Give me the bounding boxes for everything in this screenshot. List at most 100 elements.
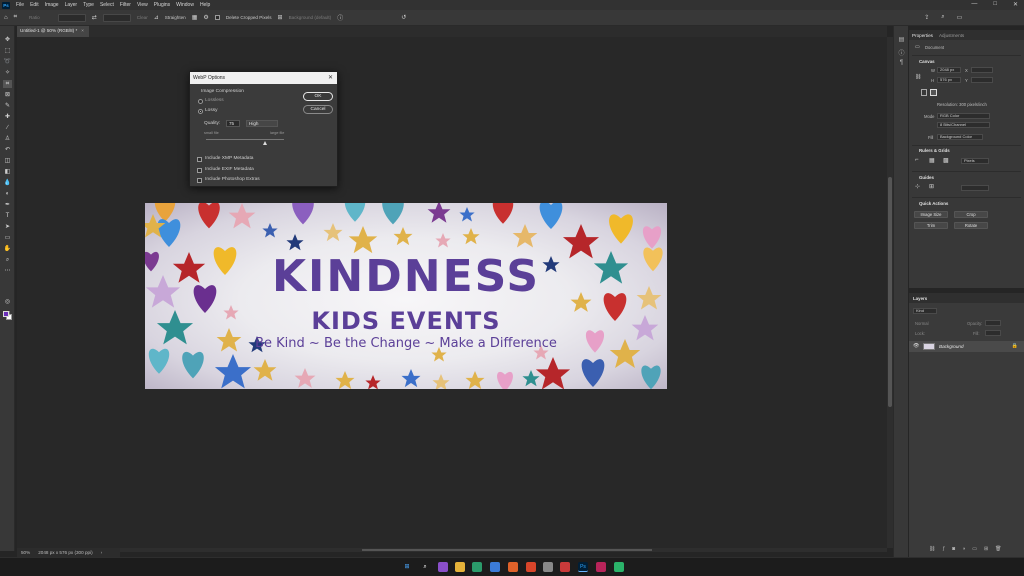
new-layer-icon[interactable]: ⊞ bbox=[984, 546, 988, 552]
link-layers-icon[interactable]: ⛓ bbox=[929, 546, 935, 552]
app-icon[interactable] bbox=[438, 562, 448, 572]
horizontal-scroll-thumb[interactable] bbox=[362, 549, 652, 551]
mode-select[interactable]: RGB Color bbox=[937, 113, 990, 119]
ratio-height-field[interactable] bbox=[102, 13, 131, 22]
xmp-checkbox[interactable] bbox=[197, 157, 202, 162]
menu-window[interactable]: Window bbox=[173, 2, 197, 8]
photoshop-taskbar-icon[interactable]: Ps bbox=[578, 562, 588, 572]
quality-preset-select[interactable]: High bbox=[246, 120, 278, 127]
app-icon[interactable] bbox=[596, 562, 606, 572]
close-window-button[interactable]: ✕ bbox=[1013, 1, 1018, 8]
guides-header[interactable]: Guides bbox=[919, 175, 934, 180]
exif-checkbox[interactable] bbox=[197, 168, 202, 173]
cancel-button[interactable]: Cancel bbox=[303, 105, 333, 114]
rulers-grids-header[interactable]: Rulers & Grids bbox=[919, 148, 950, 153]
bit-depth-select[interactable]: 8 Bits/Channel bbox=[937, 122, 990, 128]
group-icon[interactable]: ▭ bbox=[972, 546, 977, 552]
type-tool-icon[interactable]: T bbox=[3, 212, 12, 220]
image-size-button[interactable]: Image Size bbox=[914, 211, 948, 218]
crop-tool-icon[interactable]: ⌗ bbox=[14, 14, 17, 21]
zoom-level[interactable]: 50% bbox=[21, 550, 30, 555]
guide-style-select[interactable] bbox=[961, 185, 989, 191]
overlay-grid-icon[interactable]: ▦ bbox=[192, 14, 198, 21]
hand-tool-icon[interactable]: ✋ bbox=[3, 245, 12, 253]
menu-view[interactable]: View bbox=[134, 2, 151, 8]
home-icon[interactable]: ⌂ bbox=[4, 15, 8, 21]
guides-icon[interactable]: ⊹ bbox=[915, 183, 920, 190]
paragraph-panel-icon[interactable]: ¶ bbox=[897, 60, 906, 68]
document-info[interactable]: 2048 px x 576 px (300 ppi) bbox=[38, 550, 92, 555]
lossless-label[interactable]: Lossless bbox=[205, 98, 224, 103]
close-tab-icon[interactable]: × bbox=[81, 28, 84, 33]
visibility-eye-icon[interactable]: 👁 bbox=[913, 343, 919, 349]
dodge-tool-icon[interactable]: ◐ bbox=[3, 190, 12, 198]
trim-button[interactable]: Trim bbox=[914, 222, 948, 229]
adjustment-layer-icon[interactable]: ◑ bbox=[962, 546, 965, 552]
share-icon[interactable]: ⇪ bbox=[924, 14, 929, 21]
crop-tool-icon[interactable]: ⌗ bbox=[3, 80, 12, 88]
link-icon[interactable]: ⛓ bbox=[915, 74, 921, 80]
dialog-close-icon[interactable]: ✕ bbox=[328, 74, 333, 81]
layer-kind-filter[interactable]: Kind bbox=[913, 308, 937, 314]
settings-gear-icon[interactable]: ⚙ bbox=[203, 14, 208, 21]
mask-icon[interactable]: ◙ bbox=[952, 546, 955, 552]
workspace-icon[interactable]: ▭ bbox=[957, 14, 963, 21]
zoom-tool-icon[interactable]: ⌕ bbox=[3, 256, 12, 264]
lasso-tool-icon[interactable]: ➰ bbox=[3, 58, 12, 66]
straighten-icon[interactable]: ⊿ bbox=[154, 14, 159, 21]
app-icon[interactable] bbox=[526, 562, 536, 572]
x-field[interactable] bbox=[971, 67, 993, 73]
fill-opacity-field[interactable] bbox=[985, 330, 1001, 336]
lossless-radio[interactable] bbox=[198, 99, 203, 104]
minimize-button[interactable]: — bbox=[971, 1, 977, 8]
horizontal-scrollbar[interactable] bbox=[120, 548, 887, 552]
start-icon[interactable]: ⊞ bbox=[402, 562, 412, 572]
foreground-color-swatch[interactable] bbox=[3, 311, 9, 317]
chrome-icon[interactable] bbox=[490, 562, 500, 572]
file-explorer-icon[interactable] bbox=[455, 562, 465, 572]
delete-cropped-checkbox[interactable] bbox=[214, 15, 220, 20]
maximize-button[interactable]: □ bbox=[993, 1, 997, 8]
landscape-orientation-icon[interactable] bbox=[930, 89, 937, 96]
lossy-label[interactable]: Lossy bbox=[205, 108, 218, 113]
y-field[interactable] bbox=[971, 77, 993, 83]
quick-actions-header[interactable]: Quick Actions bbox=[919, 201, 948, 206]
tab-properties[interactable]: Properties bbox=[912, 33, 933, 38]
healing-brush-icon[interactable]: ✚ bbox=[3, 113, 12, 121]
opacity-field[interactable] bbox=[985, 320, 1001, 326]
tab-adjustments[interactable]: Adjustments bbox=[939, 33, 964, 38]
ruler-icon[interactable]: ⌐ bbox=[915, 157, 919, 163]
menu-select[interactable]: Select bbox=[97, 2, 117, 8]
menu-filter[interactable]: Filter bbox=[117, 2, 134, 8]
marquee-tool-icon[interactable]: ⬚ bbox=[3, 47, 12, 55]
units-select[interactable]: Pixels bbox=[961, 158, 989, 164]
grid-icon[interactable]: ▦ bbox=[929, 157, 935, 164]
gradient-tool-icon[interactable]: ◧ bbox=[3, 168, 12, 176]
app-icon[interactable] bbox=[614, 562, 624, 572]
pen-tool-icon[interactable]: ✒ bbox=[3, 201, 12, 209]
stamp-tool-icon[interactable]: ♙ bbox=[3, 135, 12, 143]
info-icon[interactable]: ⓘ bbox=[337, 13, 343, 22]
blur-tool-icon[interactable]: 💧 bbox=[3, 179, 12, 187]
eraser-tool-icon[interactable]: ◫ bbox=[3, 157, 12, 165]
firefox-icon[interactable] bbox=[508, 562, 518, 572]
pixel-grid-icon[interactable]: ▩ bbox=[943, 157, 949, 164]
lossy-radio[interactable] bbox=[198, 109, 203, 114]
dialog-titlebar[interactable]: WebP Options ✕ bbox=[190, 72, 337, 84]
extras-label[interactable]: Include Photoshop Extras bbox=[205, 177, 260, 182]
history-panel-icon[interactable]: ▤ bbox=[897, 36, 906, 44]
edge-icon[interactable] bbox=[472, 562, 482, 572]
ok-button[interactable]: OK bbox=[303, 92, 333, 101]
document-tab[interactable]: Untitled-1 @ 50% (RGB/8) * × bbox=[17, 26, 89, 37]
more-tools-icon[interactable]: ⋯ bbox=[3, 267, 12, 275]
path-selection-icon[interactable]: ➤ bbox=[3, 223, 12, 231]
reset-icon[interactable]: ↺ bbox=[401, 14, 406, 21]
exif-label[interactable]: Include EXIF Metadata bbox=[205, 167, 254, 172]
info-panel-icon[interactable]: ⓘ bbox=[897, 48, 906, 57]
quick-mask-icon[interactable]: ◎ bbox=[3, 298, 12, 306]
ratio-label[interactable]: Ratio bbox=[29, 15, 40, 20]
quality-input[interactable]: 75 bbox=[226, 120, 240, 127]
shape-tool-icon[interactable]: ▭ bbox=[3, 234, 12, 242]
frame-tool-icon[interactable]: ⊠ bbox=[3, 91, 12, 99]
canvas-header[interactable]: Canvas bbox=[919, 59, 935, 64]
